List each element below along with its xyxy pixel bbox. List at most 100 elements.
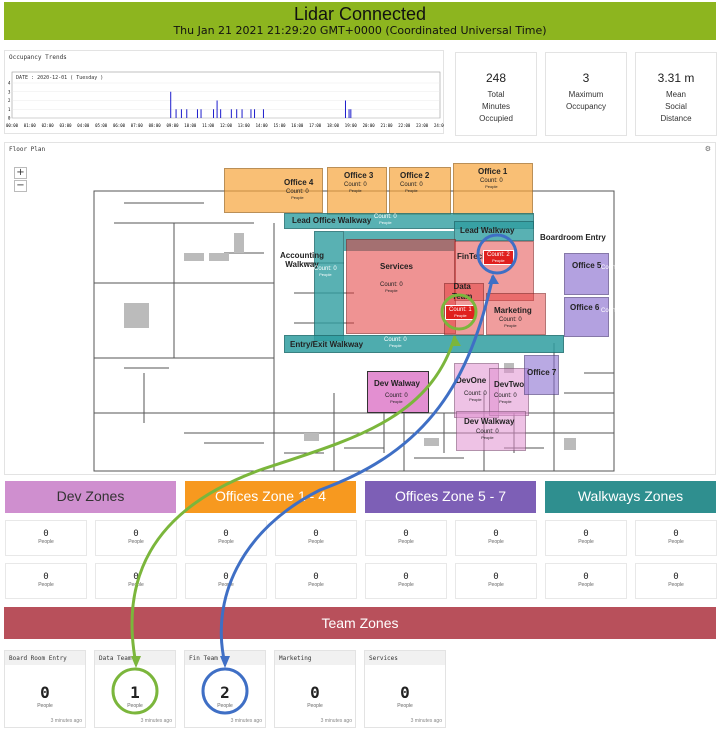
zone-services-count: Count: 0 People [380,282,403,293]
zone-counter-tile: 0 People [275,563,357,599]
team-tile-value: 1 [130,683,140,702]
zone-counter-value: 0 [43,529,49,539]
team-tile-updated: 3 minutes ago [140,718,172,724]
trend-x-tick: 07:00 [131,123,144,128]
zone-accounting-walkway[interactable] [314,231,344,341]
zone-counter-value: 0 [43,572,49,582]
team-tile-fin-team: Fin Team 2 People 3 minutes ago [184,650,266,728]
team-tile-value: 0 [400,683,410,702]
zone-counter-unit: People [398,539,414,545]
zone-counter-value: 0 [493,572,499,582]
trend-x-tick: 09:00 [166,123,179,128]
zone-counter-unit: People [578,582,594,588]
offices-zone-1-4-header: Offices Zone 1 - 4 [185,481,356,513]
team-zones-header: Team Zones [4,607,716,639]
stat-value: 248 [485,71,507,85]
trend-x-tick: 22:00 [398,123,411,128]
zone-counter-value: 0 [583,529,589,539]
zone-office-5[interactable] [564,253,609,295]
stat-maximum-occupancy: 3 Maximum Occupancy [545,52,627,136]
zoom-in-button[interactable]: + [14,167,27,179]
team-tile-updated: 3 minutes ago [50,718,82,724]
trend-date-label: DATE : 2020-12-01 ( Tuesday ) [16,75,103,81]
zone-counter-value: 0 [583,572,589,582]
trend-x-tick: 04:00 [77,123,90,128]
trend-x-tick: 24:00 [434,123,444,128]
zone-entry-exit-walkway-count: Count: 0 People [384,337,407,348]
zone-services-label: Services [380,262,413,271]
zone-counter-tile: 0 People [545,563,627,599]
gear-icon[interactable]: ⚙ [705,145,711,153]
zone-data-team-count: Count: 1 People [445,305,476,320]
zone-office-7-label: Office 7 [527,368,557,377]
trend-x-tick: 00:00 [6,123,19,128]
zone-counter-value: 0 [403,572,409,582]
team-tile-value: 0 [40,683,50,702]
floor-plan-map[interactable]: Office 4 Count: 0 People Office 3 Count: … [84,163,635,474]
trend-x-tick: 05:00 [95,123,108,128]
zone-counter-value: 0 [493,529,499,539]
zone-counter-value: 0 [223,529,229,539]
team-tile-title: Fin Team [185,651,265,665]
zone-counter-unit: People [668,539,684,545]
zone-counter-tile: 0 People [455,520,537,556]
team-tile-updated: 3 minutes ago [320,718,352,724]
stat-label: Total Minutes Occupied [479,90,513,123]
zone-counter-tile: 0 People [5,520,87,556]
trend-x-tick: 03:00 [59,123,72,128]
trend-y-tick: 2 [8,98,11,103]
stat-total-minutes: 248 Total Minutes Occupied [455,52,537,136]
trend-x-tick: 10:00 [184,123,197,128]
zone-lead-office-walkway-count: Count: 0 People [374,214,397,225]
zone-data-team-label: Data Team [452,282,473,301]
occupancy-trends-chart: DATE : 2020-12-01 ( Tuesday ) 4 3 2 1 0 00:00… [6,71,444,128]
team-tile-title: Services [365,651,445,665]
zone-office-5-count: Count: 0 [601,265,624,271]
trend-x-tick: 12:00 [220,123,233,128]
zone-office-2-count: Count: 0 People [400,182,423,193]
zone-dev-walkway-count: Count: 0 People [476,429,499,440]
zoom-out-button[interactable]: − [14,180,27,192]
zone-dev-walway[interactable] [367,371,429,413]
trend-y-tick: 3 [8,89,11,94]
team-tile-value: 0 [310,683,320,702]
zone-office-5-label: Office 5 [572,261,602,270]
team-tile-board-room-entry: Board Room Entry 0 People 3 minutes ago [4,650,86,728]
zone-lead-walkway-label: Lead Walkway [460,226,515,235]
zone-devtwo-label: DevTwo [494,380,525,389]
zone-counter-unit: People [488,582,504,588]
trend-y-tick: 1 [8,107,11,112]
zone-counter-unit: People [128,582,144,588]
zone-counter-tile: 0 People [545,520,627,556]
trend-x-tick: 16:00 [291,123,304,128]
zone-counter-unit: People [128,539,144,545]
team-tile-title: Data Team [95,651,175,665]
zone-office-4-count: Count: 0 People [286,189,309,200]
trend-x-tick: 17:00 [309,123,322,128]
zone-devtwo[interactable] [489,368,529,416]
zone-counter-value: 0 [313,529,319,539]
zone-counter-tile: 0 People [275,520,357,556]
zone-counter-value: 0 [673,529,679,539]
trend-x-tick: 13:00 [238,123,251,128]
walkways-zones-header: Walkways Zones [545,481,716,513]
zone-counter-unit: People [308,582,324,588]
zone-marketing-label: Marketing [494,306,532,315]
zone-counter-tile: 0 People [635,520,717,556]
zone-office-2-label: Office 2 [400,171,430,180]
zone-counter-value: 0 [313,572,319,582]
zone-counter-tile: 0 People [455,563,537,599]
trend-y-tick: 0 [8,116,11,121]
floor-plan-panel: Floor Plan ⚙ + − Office 4 Count: 0 People… [4,142,716,475]
zone-counter-tile: 0 People [5,563,87,599]
zone-boardroom-entry-label: Boardroom Entry [540,233,606,242]
trend-x-tick: 23:00 [416,123,429,128]
zone-counter-value: 0 [403,529,409,539]
team-tile-title: Board Room Entry [5,651,85,665]
stat-mean-social-distance: 3.31 m Mean Social Distance [635,52,717,136]
zone-office-3-count: Count: 0 People [344,182,367,193]
zone-counter-tile: 0 People [95,520,177,556]
zone-dev-walway-count: Count: 0 People [385,393,408,404]
zone-counter-unit: People [218,539,234,545]
zone-counter-unit: People [308,539,324,545]
